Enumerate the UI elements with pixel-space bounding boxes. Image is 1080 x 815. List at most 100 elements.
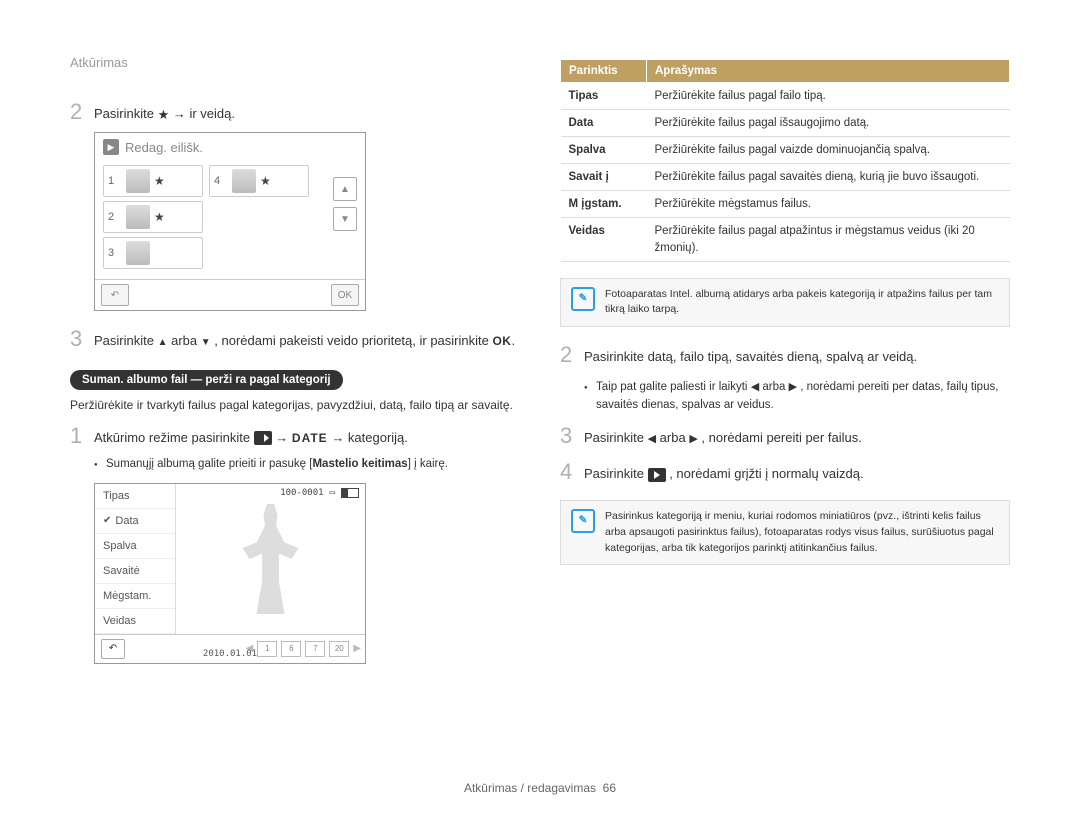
cell: Tipas (561, 83, 647, 110)
text: . (511, 333, 515, 348)
table-row: SpalvaPeržiūrėkite failus pagal vaizde d… (561, 137, 1010, 164)
screen-edit-order: ▶ Redag. eilišk. 1 ★ 2 ★ 3 (94, 132, 366, 311)
note-box: ✎ Fotoaparatas Intel. albumą atidarys ar… (560, 278, 1010, 328)
step-number: 4 (560, 460, 584, 484)
step-number: 2 (560, 343, 584, 367)
page: Atkūrimas 2 Pasirinkite ★ → ir veidą. ▶ … (0, 0, 1080, 684)
chevron-up-icon (158, 333, 168, 348)
face-index: 4 (210, 175, 228, 187)
text: Sumanųjį albumą galite prieiti ir pasukę… (106, 458, 312, 470)
cell: Peržiūrėkite mėgstamus failus. (647, 191, 1010, 218)
date-label: DATE (292, 431, 328, 445)
ok-button[interactable]: OK (331, 284, 359, 306)
options-table: Parinktis Aprašymas TipasPeržiūrėkite fa… (560, 59, 1010, 262)
face-row[interactable]: 3 (103, 237, 203, 269)
text: , norėdami pereiti per failus. (701, 430, 861, 445)
step-number: 3 (560, 424, 584, 448)
table-row: Savait įPeržiūrėkite failus pagal savait… (561, 164, 1010, 191)
step-text: Atkūrimo režime pasirinkite → DATE → kat… (94, 424, 520, 448)
chevron-down-icon (201, 333, 211, 348)
note-text: Pasirinkus kategoriją ir meniu, kuriai r… (605, 509, 999, 556)
chevron-down-icon (340, 214, 350, 225)
step-text: Pasirinkite ★ → ir veidą. (94, 100, 520, 124)
list-item[interactable]: Data (95, 509, 175, 534)
date-label: 2010.01.01 (203, 649, 257, 659)
next-arrow-icon[interactable]: ▶ (353, 643, 361, 654)
face-index: 3 (104, 247, 122, 259)
text: , norėdami pakeisti veido prioritetą, ir… (214, 333, 492, 348)
cell: Veidas (561, 218, 647, 261)
table-row: TipasPeržiūrėkite failus pagal failo tip… (561, 83, 1010, 110)
film-cell[interactable]: 1 (257, 641, 277, 657)
person-silhouette (236, 504, 306, 614)
counter-text: 100-0001 (280, 488, 323, 498)
ok-label: OK (492, 334, 511, 348)
face-thumb (232, 169, 256, 193)
arrow-right-icon (689, 430, 697, 445)
face-thumb (126, 169, 150, 193)
step-text: Pasirinkite , norėdami grįžti į normalų … (584, 460, 1010, 484)
list-item[interactable]: Tipas (95, 484, 175, 509)
back-button[interactable]: ↶ (101, 284, 129, 306)
step-text: Pasirinkite arba , norėdami pakeisti vei… (94, 327, 520, 351)
cell: Peržiūrėkite failus pagal savaitės dieną… (647, 164, 1010, 191)
down-button[interactable] (333, 207, 357, 231)
sd-icon: ▭ (330, 488, 335, 498)
face-row[interactable]: 4 ★ (209, 165, 309, 197)
text: Pasirinkite (584, 430, 648, 445)
step-3r: 3 Pasirinkite arba , norėdami pereiti pe… (560, 424, 1010, 448)
arrow-right-icon (789, 381, 797, 393)
text: arba (660, 430, 690, 445)
battery-icon (341, 488, 359, 498)
text: , norėdami grįžti į normalų vaizdą. (669, 466, 863, 481)
note-icon: ✎ (571, 509, 595, 533)
star-icon: ★ (154, 174, 165, 188)
list-item[interactable]: Spalva (95, 534, 175, 559)
face-row[interactable]: 1 ★ (103, 165, 203, 197)
breadcrumb: Atkūrimas (70, 55, 520, 70)
list-item[interactable]: Veidas (95, 609, 175, 634)
face-grid: 1 ★ 2 ★ 3 4 (95, 161, 365, 279)
preview: 100-0001 ▭ (176, 484, 365, 634)
step-4r: 4 Pasirinkite , norėdami grįžti į normal… (560, 460, 1010, 484)
step-2r: 2 Pasirinkite datą, failo tipą, savaitės… (560, 343, 1010, 367)
table-row: M įgstam.Peržiūrėkite mėgstamus failus. (561, 191, 1010, 218)
bold-text: Mastelio keitimas (312, 458, 407, 470)
page-footer: Atkūrimas / redagavimas 66 (0, 781, 1080, 795)
page-number: 66 (603, 781, 616, 795)
text: → kategoriją. (331, 430, 408, 445)
footer-text: Atkūrimas / redagavimas (464, 781, 596, 795)
screen-smart-album: Tipas Data Spalva Savaitė Mėgstam. Veida… (94, 483, 366, 664)
face-thumb (126, 241, 150, 265)
list-item[interactable]: Savaitė (95, 559, 175, 584)
step-text: Pasirinkite arba , norėdami pereiti per … (584, 424, 1010, 448)
table-row: DataPeržiūrėkite failus pagal išsaugojim… (561, 110, 1010, 137)
section-heading: Suman. albumo fail — perži ra pagal kate… (70, 370, 343, 390)
cell: Spalva (561, 137, 647, 164)
step-text: Pasirinkite datą, failo tipą, savaitės d… (584, 343, 1010, 367)
list-item[interactable]: Mėgstam. (95, 584, 175, 609)
film-cell[interactable]: 7 (305, 641, 325, 657)
text: Atkūrimo režime pasirinkite (94, 430, 254, 445)
up-button[interactable] (333, 177, 357, 201)
table-header: Parinktis (561, 60, 647, 83)
film-cell[interactable]: 20 (329, 641, 349, 657)
step-3: 3 Pasirinkite arba , norėdami pakeisti v… (70, 327, 520, 351)
chevron-up-icon (340, 184, 350, 195)
step-number: 3 (70, 327, 94, 351)
star-icon: ★ (158, 105, 170, 125)
face-index: 2 (104, 211, 122, 223)
back-button[interactable]: ↶ (101, 639, 125, 659)
face-row[interactable]: 2 ★ (103, 201, 203, 233)
star-icon: ★ (260, 174, 271, 188)
play-icon (648, 468, 666, 482)
menu-icon (254, 431, 272, 445)
arrow-left-icon (751, 381, 759, 393)
text: → ir veidą. (173, 106, 235, 121)
star-icon: ★ (154, 210, 165, 224)
cell: Peržiūrėkite failus pagal failo tipą. (647, 83, 1010, 110)
film-cell[interactable]: 6 (281, 641, 301, 657)
cell: Peržiūrėkite failus pagal vaizde dominuo… (647, 137, 1010, 164)
text: Taip pat galite paliesti ir laikyti (596, 381, 751, 393)
cell: Peržiūrėkite failus pagal išsaugojimo da… (647, 110, 1010, 137)
